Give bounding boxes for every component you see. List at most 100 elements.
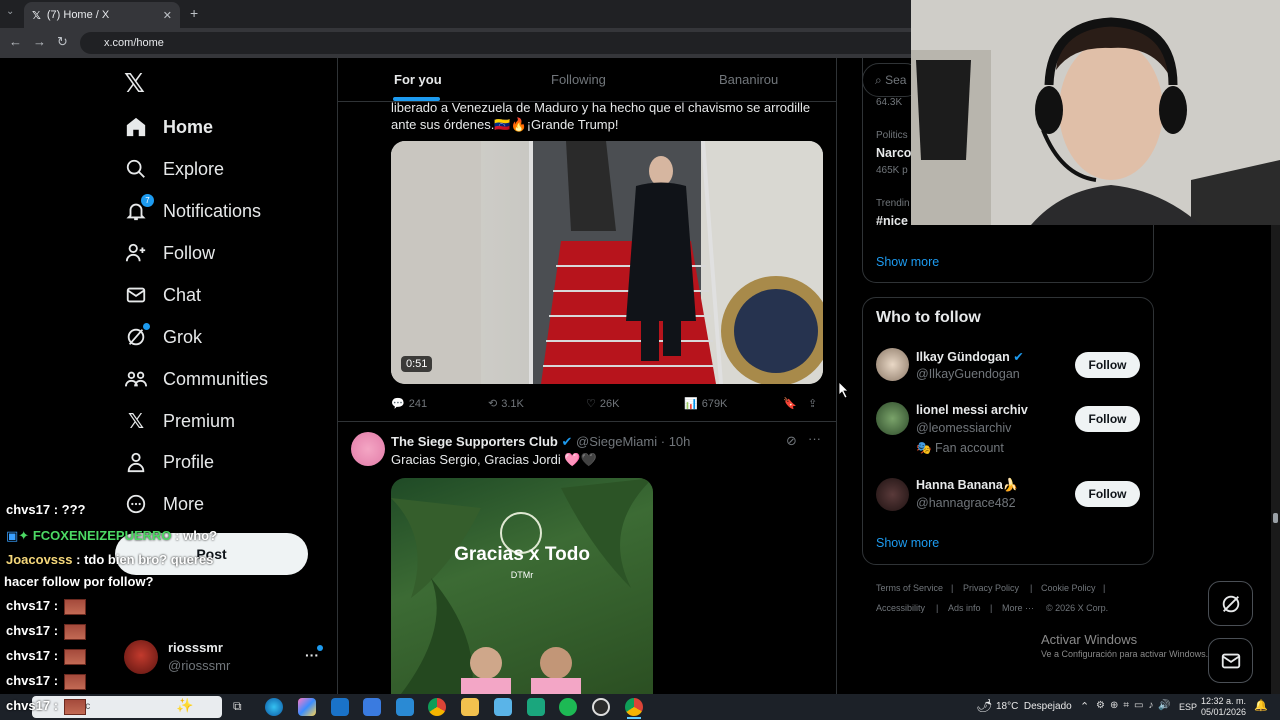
tab-list-chevron-icon[interactable]: ⌄ bbox=[6, 6, 14, 17]
who-to-follow-show-more[interactable]: Show more bbox=[876, 536, 939, 550]
scrollbar[interactable] bbox=[1271, 225, 1280, 694]
account-switcher[interactable]: riosssmr @riosssmr ··· bbox=[120, 637, 330, 679]
sidebar-item-grok[interactable]: Grok bbox=[124, 320, 202, 354]
url-text: x.com/home bbox=[104, 37, 164, 49]
trend-name[interactable]: #nice bbox=[876, 214, 908, 228]
suggestion-name[interactable]: Ilkay Gündogan ✔ bbox=[916, 349, 1024, 364]
new-tab-icon[interactable]: + bbox=[190, 5, 198, 21]
app-icon[interactable] bbox=[527, 698, 545, 716]
profile-icon bbox=[124, 450, 148, 474]
sidebar-item-home[interactable]: Home bbox=[124, 110, 213, 144]
chrome-icon[interactable] bbox=[428, 698, 446, 716]
footer-separator: | bbox=[990, 603, 993, 613]
chat-username: chvs17 bbox=[6, 698, 51, 713]
who-to-follow-title: Who to follow bbox=[876, 309, 981, 326]
reload-icon[interactable]: ↻ bbox=[57, 34, 68, 50]
views-button[interactable]: 📊 679K bbox=[684, 397, 727, 411]
avatar[interactable] bbox=[876, 402, 909, 435]
grok-floating-button[interactable] bbox=[1208, 581, 1253, 626]
sidebar-item-label: Explore bbox=[163, 158, 225, 179]
bookmark-icon[interactable]: 🔖 bbox=[783, 397, 797, 410]
reply-button[interactable]: 💬 241 bbox=[391, 397, 428, 411]
grok-post-icon[interactable]: ⊘ bbox=[786, 433, 797, 449]
grok-icon bbox=[124, 323, 150, 349]
footer-more[interactable]: More ··· bbox=[1002, 603, 1034, 613]
copilot-icon[interactable] bbox=[298, 698, 316, 716]
reply-count: 241 bbox=[408, 397, 428, 410]
footer-terms[interactable]: Terms of Service bbox=[876, 583, 943, 593]
post-author-name[interactable]: The Siege Supporters Club bbox=[391, 434, 558, 449]
forward-icon[interactable]: → bbox=[33, 34, 46, 49]
sidebar-item-label: Follow bbox=[163, 242, 216, 263]
suggestion-name[interactable]: Hanna Banana🍌 bbox=[916, 478, 1018, 493]
footer-cookie[interactable]: Cookie Policy bbox=[1041, 583, 1096, 593]
scrollbar-thumb[interactable] bbox=[1273, 513, 1278, 523]
x-logo-icon[interactable]: 𝕏 bbox=[124, 68, 145, 99]
sidebar-item-profile[interactable]: Profile bbox=[124, 445, 214, 479]
footer-privacy[interactable]: Privacy Policy bbox=[963, 583, 1019, 593]
task-view-icon[interactable]: ⧉ bbox=[233, 699, 242, 714]
weather-icon[interactable]: 🌶 bbox=[976, 698, 993, 714]
chrome-active-icon[interactable] bbox=[625, 698, 643, 716]
trend-name[interactable]: Narco bbox=[876, 146, 911, 160]
suggestion-handle: @hannagrace482 bbox=[916, 496, 1016, 510]
obs-icon[interactable] bbox=[592, 698, 610, 716]
store-icon[interactable] bbox=[363, 698, 381, 716]
tray-chevron-icon[interactable]: ⌃ bbox=[1080, 700, 1089, 713]
notifications-icon[interactable]: 🔔 bbox=[1254, 699, 1268, 712]
close-tab-icon[interactable]: ✕ bbox=[163, 9, 172, 22]
edge-icon[interactable] bbox=[265, 698, 283, 716]
repost-button[interactable]: ⟲ 3.1K bbox=[488, 397, 524, 411]
chat-text: : ??? bbox=[53, 502, 86, 517]
language-indicator[interactable]: ESP bbox=[1179, 702, 1197, 712]
back-icon[interactable]: ← bbox=[9, 34, 22, 49]
video-frame bbox=[391, 141, 823, 384]
tab-following[interactable]: Following bbox=[551, 72, 606, 87]
sidebar-item-follow[interactable]: Follow bbox=[124, 236, 215, 270]
avatar[interactable] bbox=[876, 348, 909, 381]
footer-separator: | bbox=[1030, 583, 1033, 593]
share-icon[interactable]: ⇪ bbox=[808, 397, 817, 410]
sidebar-item-explore[interactable]: Explore bbox=[124, 152, 224, 186]
footer-accessibility[interactable]: Accessibility bbox=[876, 603, 925, 613]
post-author-avatar[interactable] bbox=[351, 432, 385, 466]
suggestion-name[interactable]: lionel messi archiv bbox=[916, 403, 1028, 417]
messages-floating-button[interactable] bbox=[1208, 638, 1253, 683]
clock[interactable]: 12:32 a. m. 05/01/2026 bbox=[1196, 696, 1246, 718]
like-button[interactable]: ♡ 26K bbox=[586, 397, 619, 411]
sidebar-item-communities[interactable]: Communities bbox=[124, 362, 268, 396]
emote-icon bbox=[64, 698, 87, 715]
post-image[interactable]: Gracias x Todo DTMr bbox=[391, 478, 653, 694]
vscode-icon[interactable] bbox=[396, 698, 414, 716]
follow-button[interactable]: Follow bbox=[1075, 406, 1140, 432]
trends-show-more[interactable]: Show more bbox=[876, 255, 939, 269]
post-author-handle[interactable]: @SiegeMiami bbox=[576, 434, 657, 449]
post-video[interactable]: 0:51 bbox=[391, 141, 823, 384]
browser-tab[interactable]: 𝕏 (7) Home / X ✕ bbox=[24, 2, 180, 28]
chat-message: Joacovsss : tdo bien bro? queres bbox=[6, 552, 213, 567]
sidebar-item-premium[interactable]: 𝕏 Premium bbox=[124, 404, 235, 438]
chat-message: ▣✦ FCOXENEIZEPUERRO : who? bbox=[6, 528, 217, 544]
notepad-icon[interactable] bbox=[494, 698, 512, 716]
windows-watermark-title: Activar Windows bbox=[1041, 632, 1138, 647]
follow-button[interactable]: Follow bbox=[1075, 481, 1140, 507]
tray-icons[interactable]: ⚙⊕⌗▭♪🔊 bbox=[1096, 700, 1176, 711]
sidebar-item-label: More bbox=[163, 493, 205, 514]
verified-icon: ✔ bbox=[1013, 350, 1024, 364]
chat-text: hacer follow por follow? bbox=[4, 574, 154, 589]
footer-ads-info[interactable]: Ads info bbox=[948, 603, 981, 613]
weather-text[interactable]: 18°C Despejado bbox=[996, 701, 1072, 712]
avatar[interactable] bbox=[876, 478, 909, 511]
tab-for-you[interactable]: For you bbox=[394, 72, 442, 87]
sidebar-item-notifications[interactable]: 7 Notifications bbox=[124, 194, 261, 228]
tab-bananirou[interactable]: Bananirou bbox=[719, 72, 778, 87]
chat-message: hacer follow por follow? bbox=[4, 574, 154, 589]
chat-text: : bbox=[53, 623, 59, 638]
spotify-icon[interactable] bbox=[559, 698, 577, 716]
sidebar-item-more[interactable]: More bbox=[124, 487, 204, 521]
sidebar-item-chat[interactable]: Chat bbox=[124, 278, 201, 312]
follow-button[interactable]: Follow bbox=[1075, 352, 1140, 378]
file-explorer-icon[interactable] bbox=[461, 698, 479, 716]
post-more-icon[interactable]: ··· bbox=[808, 431, 821, 446]
outlook-icon[interactable] bbox=[331, 698, 349, 716]
